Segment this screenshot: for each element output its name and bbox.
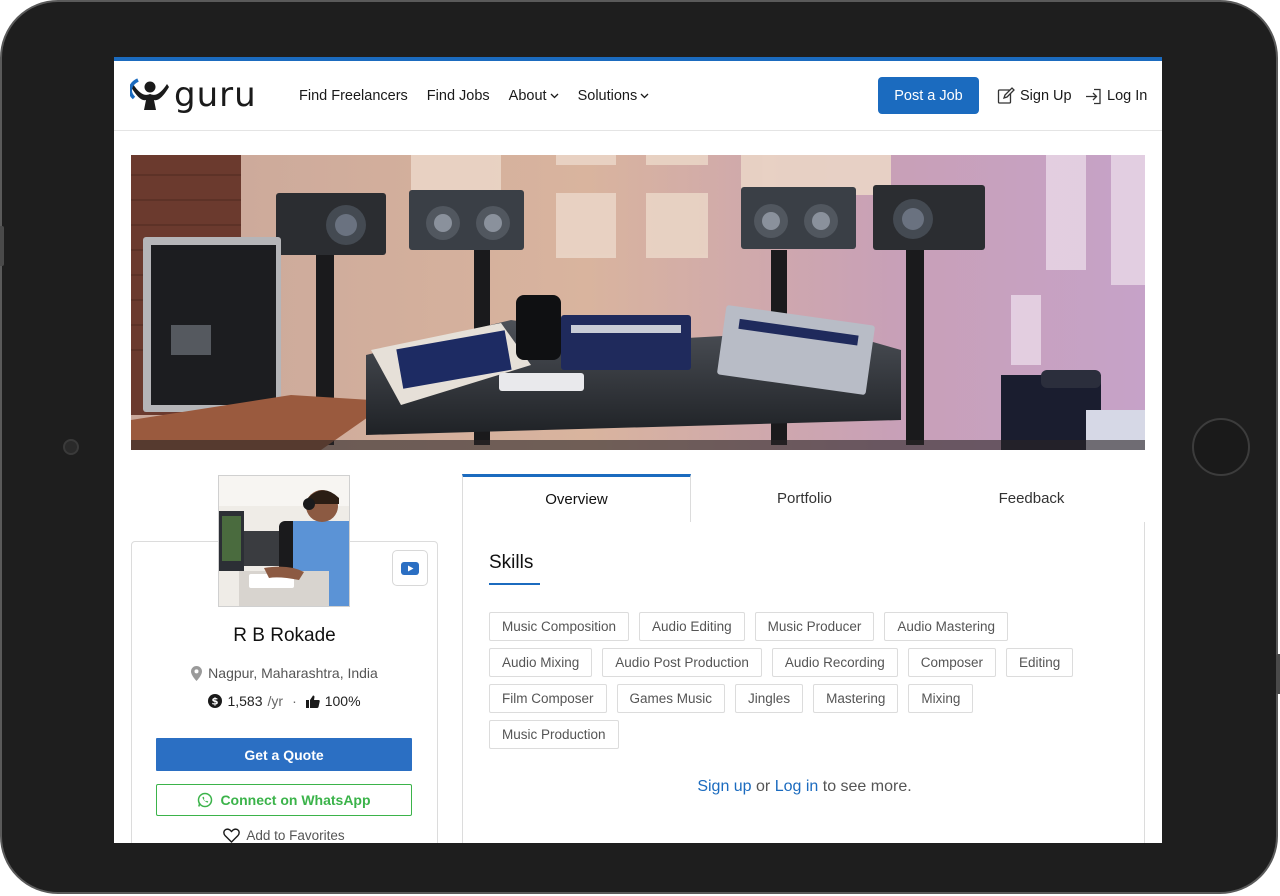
see-more-prompt: Sign up or Log in to see more. <box>463 778 1146 796</box>
skill-chip[interactable]: Audio Post Production <box>602 648 762 677</box>
tab-label: Overview <box>545 491 608 508</box>
skills-heading: Skills <box>489 552 534 573</box>
avatar-photo <box>219 476 349 606</box>
profile-tabs: Overview Portfolio Feedback <box>462 474 1145 523</box>
skill-chip[interactable]: Music Producer <box>754 612 875 641</box>
skill-chip[interactable]: Mastering <box>813 684 899 713</box>
skill-chip[interactable]: Music Composition <box>489 612 630 641</box>
svg-text:$: $ <box>212 697 219 708</box>
nav-label: Solutions <box>577 88 638 104</box>
heart-icon <box>223 828 241 843</box>
studio-banner-illustration <box>131 155 1145 450</box>
skill-chip[interactable]: Audio Mastering <box>884 612 1008 641</box>
guru-logo-icon <box>130 78 169 110</box>
cta-suffix: to see more. <box>818 778 912 795</box>
skill-chip[interactable]: Audio Mixing <box>489 648 593 677</box>
location-text: Nagpur, Maharashtra, India <box>208 665 378 681</box>
login-icon <box>1086 88 1101 104</box>
freelancer-location: Nagpur, Maharashtra, India <box>131 665 438 681</box>
tab-label: Portfolio <box>776 489 833 507</box>
logo-text: guru <box>174 75 257 115</box>
chevron-down-icon <box>640 93 649 99</box>
freelancer-stats: $ 1,583 /yr · 100% <box>131 693 438 709</box>
skill-chip[interactable]: Audio Recording <box>771 648 898 677</box>
tablet-side-button <box>1276 654 1280 694</box>
overview-panel: Skills Music Composition Audio Editing M… <box>462 522 1145 843</box>
chevron-down-icon <box>550 93 559 99</box>
earnings-value: 1,583 <box>227 693 263 709</box>
site-header: guru Find Freelancers Find Jobs About So… <box>114 61 1162 131</box>
favorites-label: Add to Favorites <box>246 828 345 843</box>
tablet-side-button <box>0 226 4 266</box>
guru-logo[interactable]: guru <box>130 78 257 112</box>
skill-chip[interactable]: Music Production <box>489 720 619 749</box>
get-a-quote-button[interactable]: Get a Quote <box>156 738 412 771</box>
nav-about[interactable]: About <box>509 88 559 104</box>
tab-label: Feedback <box>998 489 1065 507</box>
skill-chip[interactable]: Mixing <box>908 684 974 713</box>
rating-value: 100% <box>324 693 361 709</box>
nav-label: About <box>508 88 547 104</box>
profile-banner-image <box>131 155 1145 450</box>
log-in-label: Log In <box>1107 88 1148 104</box>
whatsapp-label: Connect on WhatsApp <box>220 792 371 808</box>
skill-chip[interactable]: Jingles <box>735 684 804 713</box>
add-to-favorites[interactable]: Add to Favorites <box>156 828 412 843</box>
freelancer-name: R B Rokade <box>233 625 336 646</box>
sign-up-label: Sign Up <box>1020 88 1072 104</box>
cta-or: or <box>751 778 775 795</box>
tab-overview[interactable]: Overview <box>462 474 691 523</box>
skills-list: Music Composition Audio Editing Music Pr… <box>489 612 1109 749</box>
tablet-home-button <box>1192 418 1250 476</box>
thumbs-up-icon <box>305 695 320 708</box>
nav-find-freelancers[interactable]: Find Freelancers <box>299 88 408 104</box>
browser-screen: guru Find Freelancers Find Jobs About So… <box>114 57 1162 843</box>
post-a-job-button[interactable]: Post a Job <box>878 77 979 114</box>
tablet-frame: guru Find Freelancers Find Jobs About So… <box>0 0 1280 896</box>
map-pin-icon <box>191 665 203 681</box>
youtube-icon <box>401 561 419 575</box>
skill-chip[interactable]: Audio Editing <box>639 612 745 641</box>
whatsapp-icon <box>198 792 213 808</box>
dollar-circle-icon: $ <box>208 694 223 708</box>
nav-label: Find Freelancers <box>299 88 408 104</box>
youtube-button[interactable] <box>392 550 428 586</box>
skill-chip[interactable]: Film Composer <box>489 684 607 713</box>
skills-heading-underline <box>489 583 540 585</box>
nav-label: Find Jobs <box>426 88 490 104</box>
earnings-period: /yr <box>267 693 284 709</box>
tab-portfolio[interactable]: Portfolio <box>691 474 918 523</box>
tab-feedback[interactable]: Feedback <box>918 474 1145 523</box>
main-nav: Find Freelancers Find Jobs About Solutio… <box>299 61 649 131</box>
nav-find-jobs[interactable]: Find Jobs <box>427 88 490 104</box>
nav-solutions[interactable]: Solutions <box>578 88 650 104</box>
skill-chip[interactable]: Games Music <box>616 684 726 713</box>
profile-avatar <box>218 475 350 607</box>
log-in-link[interactable]: Log In <box>1085 61 1147 131</box>
sign-up-inline-link[interactable]: Sign up <box>697 778 751 795</box>
stats-separator: · <box>292 693 297 709</box>
tablet-camera <box>63 439 79 455</box>
log-in-inline-link[interactable]: Log in <box>775 778 819 795</box>
skill-chip[interactable]: Editing <box>1006 648 1074 677</box>
sign-up-link[interactable]: Sign Up <box>997 61 1072 131</box>
connect-on-whatsapp-button[interactable]: Connect on WhatsApp <box>156 784 412 816</box>
edit-icon <box>997 87 1015 104</box>
skill-chip[interactable]: Composer <box>907 648 996 677</box>
